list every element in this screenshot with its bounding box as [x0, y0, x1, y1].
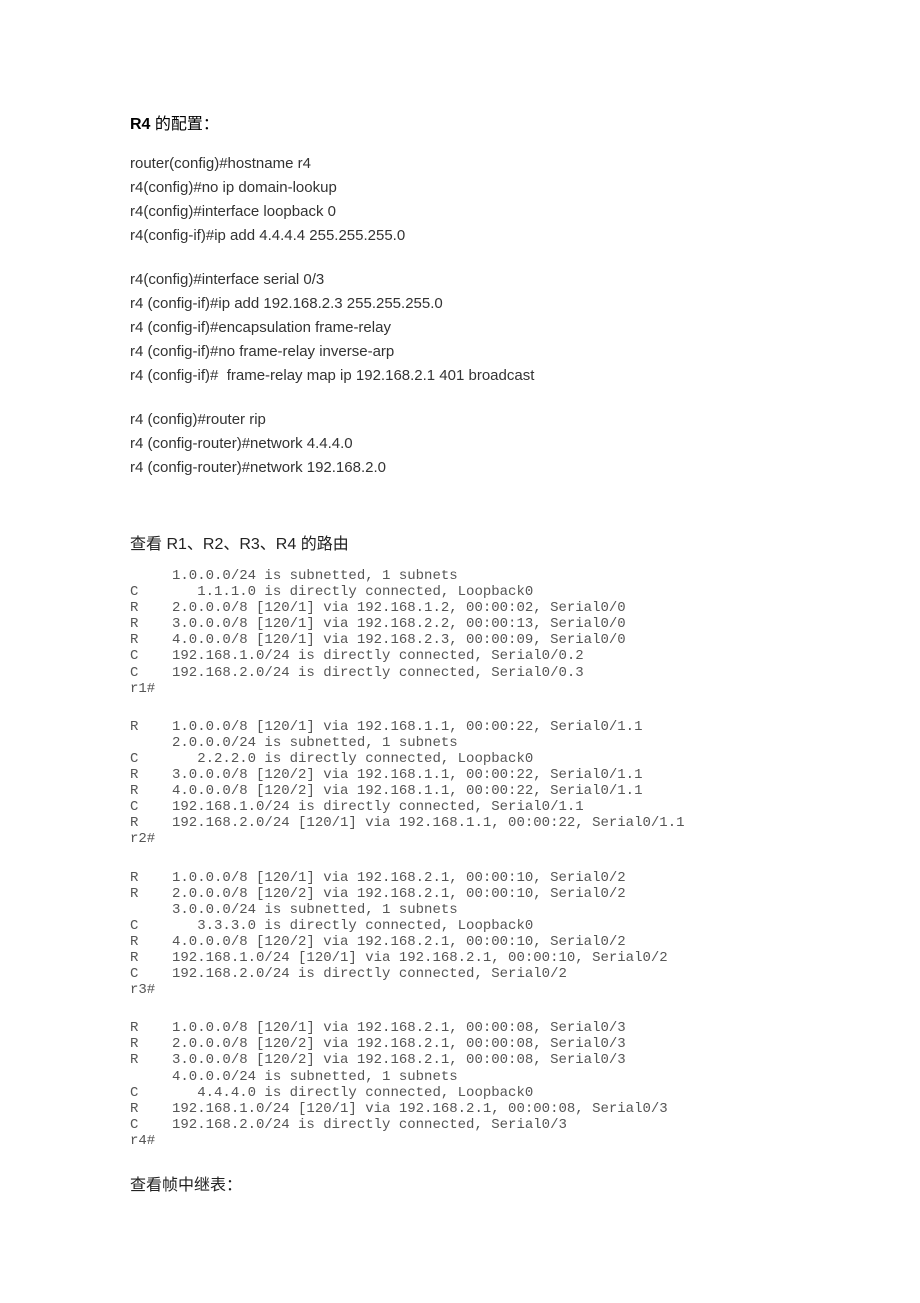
cmd-line: r4 (config-if)# frame-relay map ip 192.1…: [130, 364, 800, 388]
config-block-3: r4 (config)#router rip r4 (config-router…: [130, 408, 800, 480]
config-block-1: router(config)#hostname r4 r4(config)#no…: [130, 152, 800, 248]
terminal-output-r1: 1.0.0.0/24 is subnetted, 1 subnets C 1.1…: [130, 568, 800, 697]
config-block-2: r4(config)#interface serial 0/3 r4 (conf…: [130, 268, 800, 388]
cmd-line: r4 (config-if)#no frame-relay inverse-ar…: [130, 340, 800, 364]
cmd-line: r4(config)#interface serial 0/3: [130, 268, 800, 292]
terminal-output-r4: R 1.0.0.0/8 [120/1] via 192.168.2.1, 00:…: [130, 1020, 800, 1149]
cmd-line: r4(config-if)#ip add 4.4.4.4 255.255.255…: [130, 224, 800, 248]
cmd-line: router(config)#hostname r4: [130, 152, 800, 176]
frame-relay-section-title: 查看帧中继表：: [130, 1171, 800, 1195]
spacer: [130, 248, 800, 268]
terminal-output-r3: R 1.0.0.0/8 [120/1] via 192.168.2.1, 00:…: [130, 870, 800, 999]
document-page: R4 的配置： router(config)#hostname r4 r4(co…: [0, 0, 920, 1269]
terminal-output-r2: R 1.0.0.0/8 [120/1] via 192.168.1.1, 00:…: [130, 719, 800, 848]
cmd-line: r4 (config-router)#network 4.4.4.0: [130, 432, 800, 456]
cmd-line: r4(config)#interface loopback 0: [130, 200, 800, 224]
spacer: [130, 388, 800, 408]
cmd-line: r4 (config-if)#encapsulation frame-relay: [130, 316, 800, 340]
section-heading: R4 的配置：: [130, 110, 800, 134]
cmd-line: r4(config)#no ip domain-lookup: [130, 176, 800, 200]
heading-rest: 的配置：: [150, 116, 218, 133]
cmd-line: r4 (config-if)#ip add 192.168.2.3 255.25…: [130, 292, 800, 316]
cmd-line: r4 (config)#router rip: [130, 408, 800, 432]
routes-section-title: 查看 R1、R2、R3、R4 的路由: [130, 530, 800, 554]
cmd-line: r4 (config-router)#network 192.168.2.0: [130, 456, 800, 480]
heading-bold: R4: [130, 116, 150, 133]
